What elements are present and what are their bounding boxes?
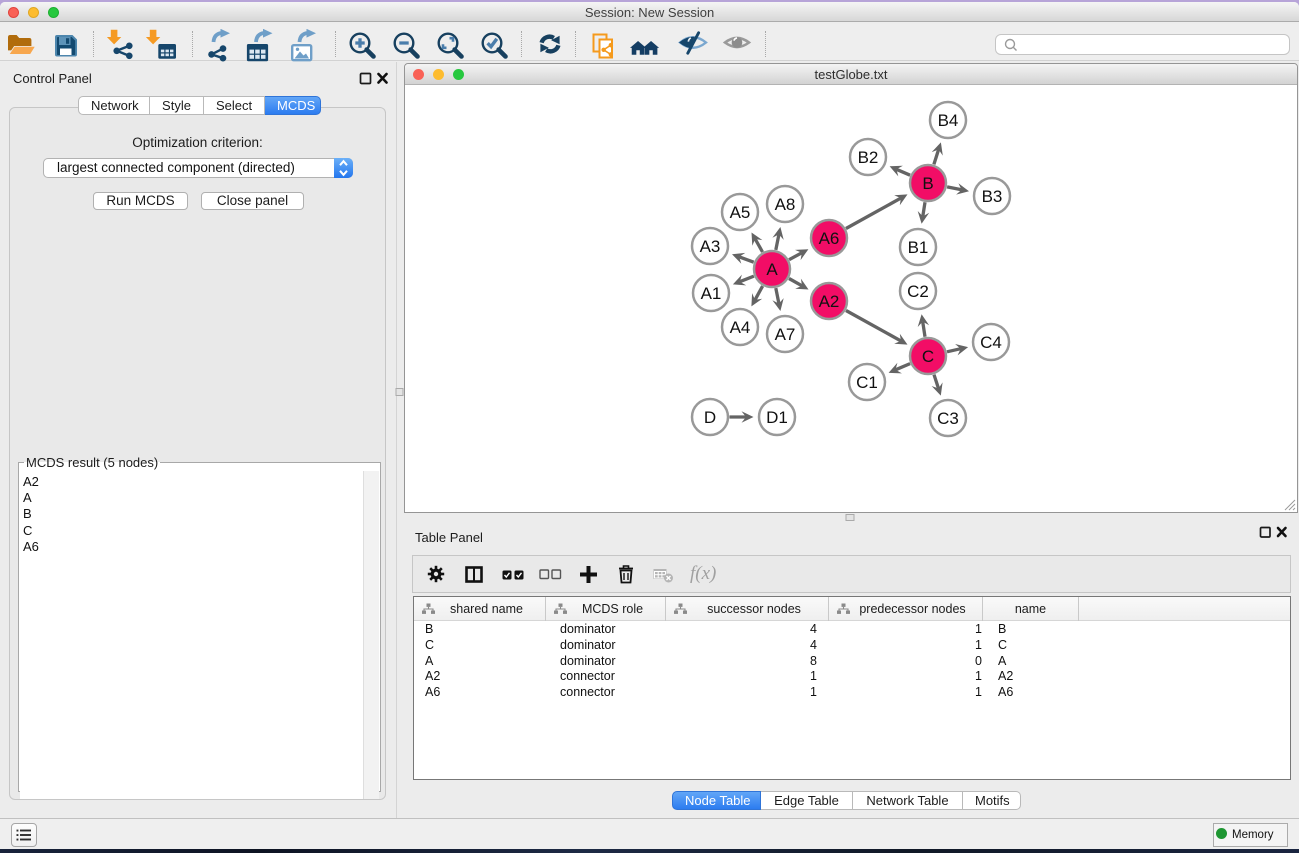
svg-text:C1: C1: [856, 373, 878, 392]
svg-text:C4: C4: [980, 333, 1002, 352]
svg-text:A4: A4: [730, 318, 751, 337]
svg-text:A8: A8: [775, 195, 796, 214]
svg-text:A7: A7: [775, 325, 796, 344]
svg-text:C2: C2: [907, 282, 929, 301]
svg-text:B3: B3: [982, 187, 1003, 206]
svg-text:D1: D1: [766, 408, 788, 427]
svg-text:B2: B2: [858, 148, 879, 167]
svg-text:D: D: [704, 408, 716, 427]
svg-text:A6: A6: [819, 229, 840, 248]
svg-text:A5: A5: [730, 203, 751, 222]
svg-text:C3: C3: [937, 409, 959, 428]
svg-text:A: A: [766, 260, 778, 279]
svg-text:B: B: [922, 174, 933, 193]
svg-text:C: C: [922, 347, 934, 366]
svg-text:A3: A3: [700, 237, 721, 256]
svg-text:A2: A2: [819, 292, 840, 311]
svg-text:A1: A1: [701, 284, 722, 303]
svg-text:B4: B4: [938, 111, 959, 130]
svg-text:B1: B1: [908, 238, 929, 257]
